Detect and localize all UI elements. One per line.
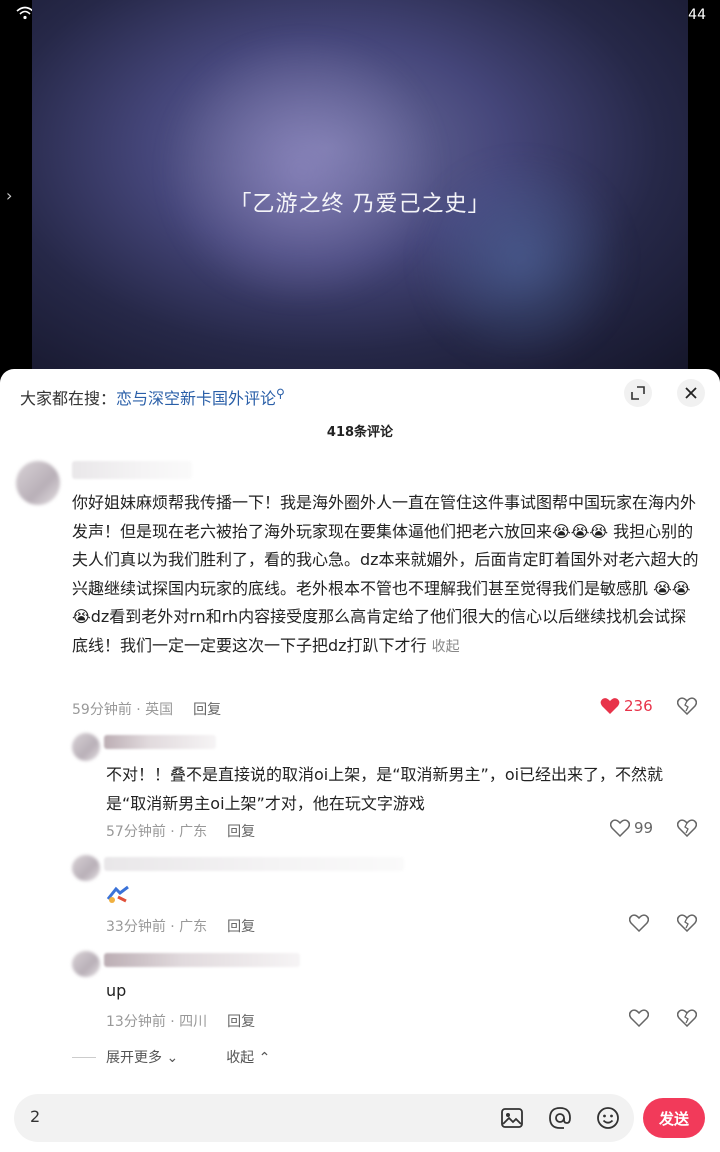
broken-heart-icon [676, 697, 698, 716]
avatar[interactable] [16, 461, 60, 505]
comment-time: 13分钟前 · 四川 [106, 1014, 208, 1030]
dislike-button[interactable] [676, 819, 698, 841]
chevron-down-icon: ⌄ [166, 1050, 179, 1066]
avatar[interactable] [72, 733, 100, 761]
replies-controls: 展开更多 ⌄ 收起 ⌃ [72, 1047, 270, 1067]
comment-input-value[interactable]: 2 [30, 1107, 40, 1126]
expand-button[interactable] [624, 379, 652, 407]
dislike-button[interactable] [676, 697, 698, 719]
username[interactable] [104, 735, 216, 749]
video-caption: 「乙游之终 乃爱己之史」 [229, 192, 491, 217]
close-icon [685, 387, 697, 399]
comment-panel: 大家都在搜：恋与深空新卡国外评论⚲ 418条评论 你好姐妹麻烦帮我传播一下！我是… [0, 369, 720, 1152]
collapse-button[interactable]: 收起 ⌃ [226, 1047, 270, 1067]
avatar[interactable] [72, 855, 100, 881]
avatar[interactable] [72, 951, 100, 977]
reply-button[interactable]: 回复 [227, 1014, 255, 1030]
username[interactable] [104, 857, 404, 871]
expand-more-button[interactable]: 展开更多 ⌄ [106, 1047, 178, 1067]
fold-link[interactable]: 收起 [432, 639, 460, 655]
comment-time: 57分钟前 · 广东 [106, 824, 208, 840]
trending-search[interactable]: 大家都在搜：恋与深空新卡国外评论⚲ [20, 385, 285, 409]
heart-icon [629, 914, 649, 932]
trending-search-keyword[interactable]: 恋与深空新卡国外评论 [116, 389, 276, 408]
comment-meta: 57分钟前 · 广东 回复 [106, 821, 255, 841]
expand-icon [631, 386, 645, 400]
username[interactable] [72, 461, 192, 479]
comment-count: 418条评论 [326, 425, 394, 440]
dislike-button[interactable] [676, 914, 698, 936]
dislike-button[interactable] [676, 1009, 698, 1031]
heart-icon [610, 819, 630, 837]
close-button[interactable] [677, 379, 705, 407]
like-button[interactable] [629, 914, 649, 932]
comment-text: up [106, 981, 127, 1000]
broken-heart-icon [676, 914, 698, 933]
like-count: 236 [624, 697, 653, 715]
reply-button[interactable]: 回复 [227, 824, 255, 840]
like-button[interactable]: 236 [600, 697, 653, 715]
reply-button[interactable]: 回复 [193, 702, 221, 718]
broken-heart-icon [676, 1009, 698, 1028]
comment-meta: 59分钟前 · 英国 回复 [72, 699, 221, 719]
like-button[interactable]: 99 [610, 819, 653, 837]
comment-time: 59分钟前 · 英国 [72, 702, 174, 718]
emoji-icon[interactable] [596, 1106, 620, 1130]
search-icon: ⚲ [276, 386, 285, 401]
comment-text: 你好姐妹麻烦帮我传播一下！我是海外圈外人一直在管住这件事试图帮中国玩家在海内外发… [72, 493, 699, 655]
video-player[interactable]: 「乙游之终 乃爱己之史」 [32, 0, 688, 370]
comment-input[interactable]: 2 [14, 1094, 634, 1142]
like-count: 99 [634, 819, 654, 837]
heart-filled-icon [600, 698, 620, 714]
username[interactable] [104, 953, 300, 967]
heart-icon [629, 1009, 649, 1027]
chevron-right-icon[interactable]: › [6, 186, 12, 205]
emoji-image [106, 885, 130, 910]
video-frame-blur [152, 40, 452, 300]
broken-heart-icon [676, 819, 698, 838]
comment-meta: 13分钟前 · 四川 回复 [106, 1011, 255, 1031]
like-button[interactable] [629, 1009, 649, 1027]
reply-button[interactable]: 回复 [227, 919, 255, 935]
mention-icon[interactable] [548, 1106, 572, 1130]
image-icon[interactable] [500, 1106, 524, 1130]
divider [72, 1056, 96, 1058]
comment-meta: 33分钟前 · 广东 回复 [106, 916, 255, 936]
trending-search-prefix: 大家都在搜： [20, 389, 117, 408]
comment-text: 不对！！叠不是直接说的取消oi上架，是“取消新男主”，oi已经出来了，不然就是“… [106, 765, 664, 813]
comment-time: 33分钟前 · 广东 [106, 919, 208, 935]
send-button[interactable]: 发送 [643, 1098, 705, 1138]
chevron-up-icon: ⌃ [258, 1050, 271, 1066]
